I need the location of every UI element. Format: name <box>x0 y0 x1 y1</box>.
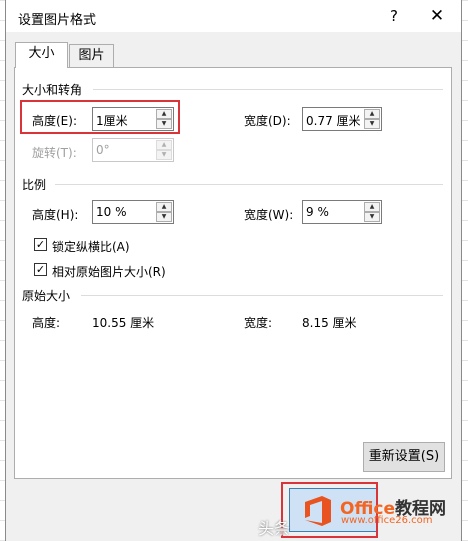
original-size-heading: 原始大小 <box>22 289 71 303</box>
office-logo-icon <box>305 496 331 526</box>
height-highlight-box <box>20 100 180 134</box>
tab-size[interactable]: 大小 <box>15 42 68 68</box>
section-divider <box>55 184 443 185</box>
width-label: 宽度(D): <box>244 114 291 128</box>
lock-aspect-checkbox[interactable]: ✓ <box>34 238 47 251</box>
help-button[interactable]: ? <box>382 5 406 27</box>
scale-heading: 比例 <box>22 178 47 192</box>
lock-aspect-label[interactable]: 锁定纵横比(A) <box>52 238 130 255</box>
scale-height-spinner[interactable]: 10 % ▲ ▼ <box>92 200 174 224</box>
watermark-source: 头条 <box>258 519 291 538</box>
scale-height-value: 10 % <box>96 205 127 219</box>
original-width-value: 8.15 厘米 <box>302 316 357 330</box>
scale-width-up-arrow-icon[interactable]: ▲ <box>364 202 380 212</box>
scale-height-label: 高度(H): <box>32 208 79 222</box>
reset-button[interactable]: 重新设置(S) <box>363 442 445 472</box>
format-picture-dialog: 设置图片格式 ? ✕ 大小 图片 大小和转角 高度(E): 1厘米 ▲ ▼ 宽度… <box>5 0 462 541</box>
size-rotate-heading: 大小和转角 <box>22 83 83 97</box>
rotate-label: 旋转(T): <box>32 146 77 160</box>
rotate-down-arrow-icon: ▼ <box>156 150 172 160</box>
width-spinner[interactable]: 0.77 厘米 ▲ ▼ <box>302 107 382 131</box>
rotate-value: 0° <box>96 143 110 157</box>
original-height-label: 高度: <box>32 316 61 330</box>
scale-width-label: 宽度(W): <box>244 208 294 222</box>
rotate-up-arrow-icon: ▲ <box>156 140 172 150</box>
original-width-label: 宽度: <box>244 316 273 330</box>
spreadsheet-background-right <box>462 0 468 541</box>
relative-size-checkbox[interactable]: ✓ <box>34 263 47 276</box>
scale-width-spinner[interactable]: 9 % ▲ ▼ <box>302 200 382 224</box>
scale-height-down-arrow-icon[interactable]: ▼ <box>156 212 172 222</box>
watermark-url: www.office26.com <box>341 515 433 526</box>
width-value: 0.77 厘米 <box>306 114 361 128</box>
original-height-value: 10.55 厘米 <box>92 316 155 330</box>
scale-width-down-arrow-icon[interactable]: ▼ <box>364 212 380 222</box>
dialog-title: 设置图片格式 <box>18 13 97 28</box>
close-button[interactable]: ✕ <box>425 5 449 27</box>
scale-height-up-arrow-icon[interactable]: ▲ <box>156 202 172 212</box>
rotate-spinner: 0° ▲ ▼ <box>92 138 174 162</box>
width-up-arrow-icon[interactable]: ▲ <box>364 109 380 119</box>
title-bar: 设置图片格式 ? ✕ <box>6 0 461 32</box>
tab-picture[interactable]: 图片 <box>69 44 114 68</box>
width-down-arrow-icon[interactable]: ▼ <box>364 119 380 129</box>
relative-size-label[interactable]: 相对原始图片大小(R) <box>52 263 166 280</box>
section-divider <box>81 295 443 296</box>
scale-width-value: 9 % <box>306 205 329 219</box>
section-divider <box>93 89 443 90</box>
